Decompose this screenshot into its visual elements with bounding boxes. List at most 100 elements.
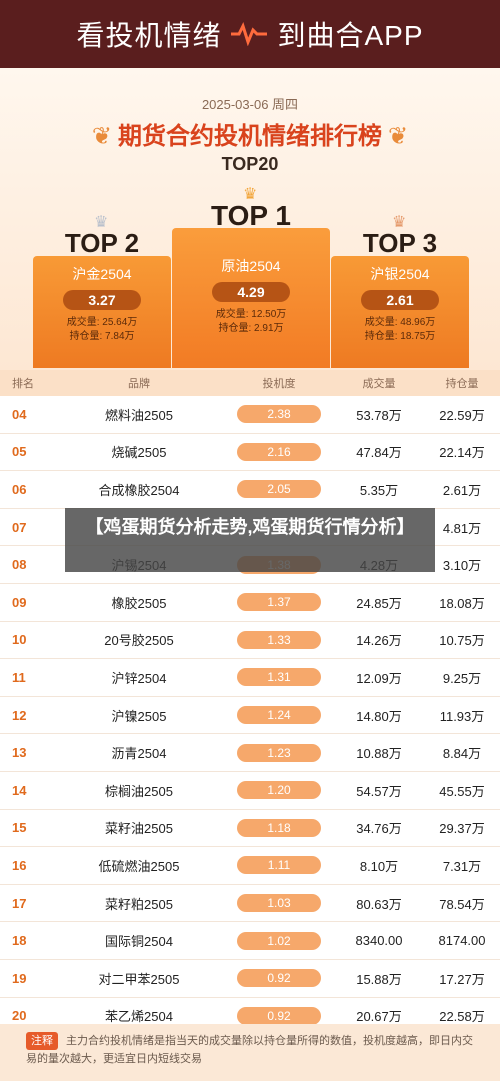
row-rank: 18	[12, 933, 27, 949]
row-oi: 3.10万	[442, 558, 482, 574]
page-title: ❦ 期货合约投机情绪排行榜 ❦	[0, 116, 500, 151]
row-score-bar: 1.37	[237, 593, 321, 612]
table-header: 排名 品牌 投机度 成交量 持仓量	[0, 370, 500, 396]
pulse-icon	[231, 22, 268, 46]
table-row[interactable]: 13 沥青2504 1.23 10.88万 8.84万	[0, 734, 500, 772]
podium-top3-score: 2.61	[361, 290, 439, 310]
row-volume: 10.88万	[356, 746, 402, 762]
table-row[interactable]: 14 棕榈油2505 1.20 54.57万 45.55万	[0, 771, 500, 810]
row-score-cell: 1.18	[224, 818, 334, 837]
row-rank: 08	[12, 557, 27, 573]
row-oi: 17.27万	[439, 971, 485, 987]
row-rank: 14	[12, 782, 27, 798]
row-score-bar: 1.18	[237, 818, 321, 837]
row-rank: 07	[12, 519, 27, 535]
table-row[interactable]: 12 沪镍2505 1.24 14.80万 11.93万	[0, 696, 500, 735]
row-score-cell: 1.11	[224, 856, 334, 875]
row-score-cell: 1.33	[224, 630, 334, 649]
row-volume: 34.76万	[356, 821, 402, 837]
table-row[interactable]: 18 国际铜2504 1.02 8340.00 8174.00	[0, 922, 500, 960]
top2-label: TOP 2	[64, 228, 140, 258]
row-score-bar: 2.16	[237, 442, 321, 461]
table-row[interactable]: 04 燃料油2505 2.38 53.78万 22.59万	[0, 396, 500, 434]
row-rank: 12	[12, 707, 27, 723]
table-row[interactable]: 17 菜籽粕2505 1.03 80.63万 78.54万	[0, 884, 500, 923]
podium-top1[interactable]: 原油2504 4.29 成交量: 12.50万 持仓量: 2.91万	[172, 228, 330, 368]
table-row[interactable]: 10 20号胶2505 1.33 14.26万 10.75万	[0, 621, 500, 660]
row-volume: 24.85万	[356, 595, 402, 611]
col-name: 品牌	[128, 378, 150, 390]
row-volume: 15.88万	[356, 971, 402, 987]
row-score-bar: 1.23	[237, 743, 321, 762]
col-score: 投机度	[262, 378, 296, 390]
podium-top2-volume: 成交量: 25.64万	[66, 317, 138, 328]
row-name: 棕榈油2505	[105, 783, 173, 799]
row-score-bar: 1.31	[237, 668, 321, 687]
row-volume: 14.26万	[356, 633, 402, 649]
row-score-bar: 1.24	[237, 706, 321, 725]
row-score-cell: 0.92	[224, 969, 334, 988]
col-rank: 排名	[12, 378, 34, 390]
row-rank: 11	[12, 669, 26, 685]
row-score-cell: 2.16	[224, 442, 334, 461]
table-row[interactable]: 16 低硫燃油2505 1.11 8.10万 7.31万	[0, 847, 500, 885]
row-volume: 54.57万	[356, 783, 402, 799]
row-score-bar: 2.05	[237, 480, 321, 499]
row-rank: 16	[12, 857, 27, 873]
row-volume: 53.78万	[356, 407, 402, 423]
row-name: 对二甲苯2505	[98, 971, 180, 987]
row-score-bar: 1.03	[237, 894, 321, 913]
podium-top2-name: 沪金2504	[72, 266, 132, 282]
banner-right-text[interactable]: 到曲合APP	[277, 14, 423, 54]
top3-label: TOP 3	[362, 228, 438, 258]
table-row[interactable]: 05 烧碱2505 2.16 47.84万 22.14万	[0, 433, 500, 472]
row-name: 苯乙烯2504	[105, 1009, 173, 1025]
table-body: 04 燃料油2505 2.38 53.78万 22.59万 05 烧碱2505 2.16 47.…	[0, 396, 500, 1036]
row-score-bar: 1.02	[237, 931, 321, 950]
header-area: 2025-03-06 周四 ❦ 期货合约投机情绪排行榜 ❦ TOP20 TOP 2 …	[0, 68, 500, 370]
row-oi: 10.75万	[439, 633, 485, 649]
row-oi: 4.81万	[442, 520, 482, 536]
row-volume: 8340.00	[355, 933, 403, 949]
report-date: 2025-03-06 周四	[201, 97, 299, 112]
table-row[interactable]: 06 合成橡胶2504 2.05 5.35万 2.61万	[0, 471, 500, 509]
row-oi: 7.31万	[442, 858, 482, 874]
row-score-bar: 2.38	[237, 405, 321, 424]
row-volume: 8.10万	[359, 858, 399, 874]
table-row[interactable]: 11 沪锌2504 1.31 12.09万 9.25万	[0, 659, 500, 697]
page-subtitle: TOP20	[221, 154, 279, 174]
row-oi: 9.25万	[442, 670, 482, 686]
podium-top1-name: 原油2504	[221, 258, 281, 274]
row-score-bar: 1.20	[237, 781, 321, 800]
row-oi: 45.55万	[439, 783, 485, 799]
podium-top1-volume: 成交量: 12.50万	[215, 309, 287, 320]
row-score-cell: 1.20	[224, 781, 334, 800]
row-score-bar: 0.92	[237, 1006, 321, 1025]
row-volume: 80.63万	[356, 896, 402, 912]
row-name: 沪锌2504	[111, 670, 167, 686]
podium-top3[interactable]: 沪银2504 2.61 成交量: 48.96万 持仓量: 18.75万	[331, 256, 469, 368]
row-score-cell: 1.23	[224, 743, 334, 762]
podium-top3-oi: 持仓量: 18.75万	[364, 331, 436, 342]
row-volume: 47.84万	[356, 445, 402, 461]
page-title-text: 期货合约投机情绪排行榜	[118, 123, 382, 150]
row-name: 20号胶2505	[104, 633, 174, 649]
table-row[interactable]: 15 菜籽油2505 1.18 34.76万 29.37万	[0, 809, 500, 848]
table-row[interactable]: 19 对二甲苯2505 0.92 15.88万 17.27万	[0, 959, 500, 998]
banner-left-text: 看投机情绪	[76, 20, 222, 51]
col-oi: 持仓量	[445, 378, 479, 390]
row-score-cell: 1.31	[224, 668, 334, 687]
row-score-cell: 2.38	[224, 405, 334, 424]
podium-top1-score: 4.29	[212, 282, 290, 302]
row-name: 菜籽油2505	[105, 821, 173, 837]
row-rank: 13	[12, 745, 27, 761]
podium-top2[interactable]: 沪金2504 3.27 成交量: 25.64万 持仓量: 7.84万	[33, 256, 171, 368]
row-score-cell: 1.37	[224, 593, 334, 612]
row-oi: 22.14万	[439, 445, 485, 461]
note-tag: 注释	[26, 1032, 58, 1050]
row-score-cell: 1.02	[224, 931, 334, 950]
row-score-cell: 1.03	[224, 894, 334, 913]
row-name: 低硫燃油2505	[98, 858, 180, 874]
table-row[interactable]: 09 橡胶2505 1.37 24.85万 18.08万	[0, 583, 500, 622]
row-oi: 2.61万	[442, 482, 482, 498]
